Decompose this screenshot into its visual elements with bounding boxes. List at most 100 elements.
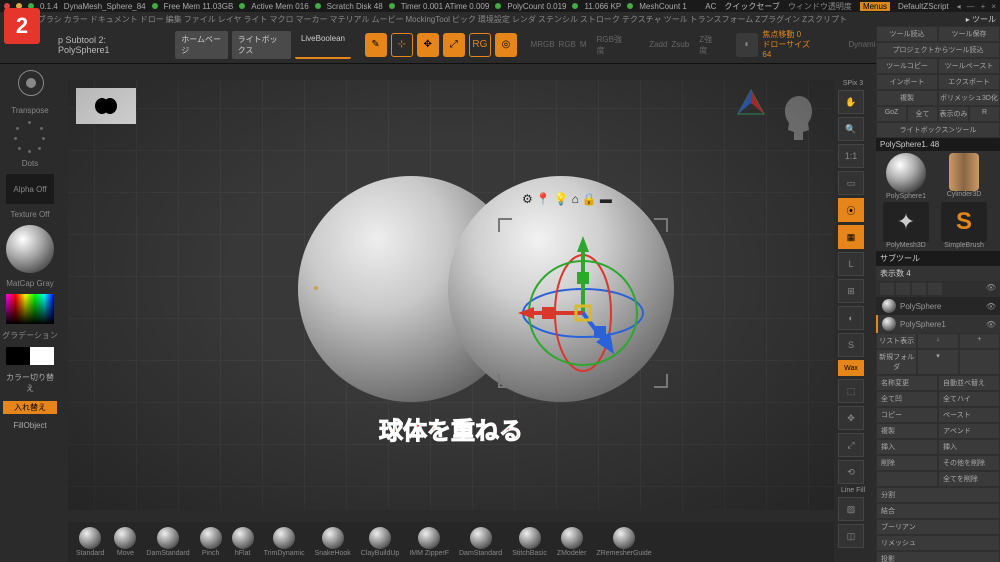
brush-snakehook[interactable]: SnakeHook	[315, 527, 351, 557]
menu-item[interactable]: ツール	[664, 14, 688, 25]
panel-accordion[interactable]: 分割	[877, 488, 999, 502]
color-picker[interactable]	[6, 294, 54, 324]
m-label[interactable]: M	[580, 40, 587, 49]
local-toggle-icon[interactable]: L	[838, 252, 864, 276]
wax-toggle[interactable]: Wax	[838, 360, 864, 376]
lightbox-button[interactable]: ライトボックス	[232, 31, 291, 59]
brush-pinch[interactable]: Pinch	[200, 527, 222, 557]
sphere-object-b[interactable]	[448, 176, 674, 402]
panel-button[interactable]: ポリメッシュ3D化	[939, 91, 999, 105]
move-mode-icon[interactable]: ✥	[417, 33, 439, 57]
subtool-row[interactable]: PolySphere1👁	[876, 315, 1000, 333]
liveboolean-toggle[interactable]: LiveBoolean	[295, 31, 351, 59]
mini-btn[interactable]	[880, 283, 894, 295]
zoom-tool-icon[interactable]: 🔍	[838, 117, 864, 141]
panel-button[interactable]: ツールコピー	[877, 59, 937, 73]
camera-head-icon[interactable]	[776, 92, 822, 150]
brush-zremesherguide[interactable]: ZRemesherGuide	[596, 527, 651, 557]
menu-item[interactable]: 編集	[166, 14, 182, 25]
minimize-icon[interactable]: —	[967, 2, 975, 11]
panel-button[interactable]: 挿入	[939, 440, 999, 454]
stroke-dots-icon[interactable]	[14, 121, 46, 153]
material-thumbnail[interactable]	[6, 225, 54, 273]
menu-item[interactable]: マーカー	[296, 14, 328, 25]
brush-imm zipperf[interactable]: IMM ZipperF	[409, 527, 449, 557]
menu-item[interactable]: マテリアル	[330, 14, 370, 25]
zadd-label[interactable]: Zadd	[649, 40, 667, 49]
close-icon[interactable]: ×	[991, 2, 996, 11]
panel-button[interactable]: 削除	[877, 456, 937, 470]
hand-tool-icon[interactable]: ✋	[838, 90, 864, 114]
menu-item[interactable]: レイヤ	[218, 14, 242, 25]
brush-hflat[interactable]: hFlat	[232, 527, 254, 557]
window-opacity-label[interactable]: ウィンドウ透明度	[788, 1, 852, 12]
panel-button[interactable]: ツールペースト	[939, 59, 999, 73]
brush-damstandard[interactable]: DamStandard	[146, 527, 189, 557]
menu-item[interactable]: ステンシル	[538, 14, 578, 25]
panel-button[interactable]: 挿入	[877, 440, 937, 454]
panel-button[interactable]: ツール保存	[939, 27, 999, 41]
panel-button[interactable]: リスト表示	[877, 334, 916, 348]
panel-button[interactable]	[877, 472, 937, 486]
menu-item[interactable]: 環境設定	[478, 14, 510, 25]
focal-shift-icon[interactable]: ◐	[736, 33, 758, 57]
tool-menu[interactable]: ▸ ツール	[966, 14, 996, 25]
panel-button[interactable]: 全て凹	[877, 392, 937, 406]
panel-button[interactable]: 複製	[877, 91, 937, 105]
subtool-row[interactable]: PolySphere👁	[876, 297, 1000, 315]
menu-item[interactable]: MockingTool	[405, 15, 449, 24]
draw-size-label[interactable]: ドローサイズ 64	[762, 40, 816, 60]
panel-button[interactable]: インポート	[877, 75, 937, 89]
menu-item[interactable]: カラー	[64, 14, 88, 25]
panel-button[interactable]: 全てハイ	[939, 392, 999, 406]
panel-accordion[interactable]: リメッシュ	[877, 536, 999, 550]
panel-button[interactable]: R	[970, 107, 999, 121]
tool-tile-cylinder3d[interactable]: Cylinder3D	[936, 153, 992, 200]
xpose-icon[interactable]: ⊞	[838, 279, 864, 303]
maximize-icon[interactable]: +	[981, 2, 986, 11]
panel-button[interactable]: 新規フォルダ	[877, 350, 916, 374]
floor-toggle-icon[interactable]: ▦	[838, 225, 864, 249]
draw-mode-icon[interactable]: ⊹	[391, 33, 413, 57]
panel-button[interactable]: 複製	[877, 424, 937, 438]
menu-item[interactable]: ファイル	[184, 14, 216, 25]
tool-tile-polymesh3d[interactable]: PolyMesh3D	[878, 202, 934, 249]
color-swatch[interactable]	[6, 347, 54, 365]
menu-item[interactable]: ドロー	[140, 14, 164, 25]
panel-button[interactable]: アペンド	[939, 424, 999, 438]
panel-button[interactable]: +	[960, 334, 999, 348]
panel-button[interactable]: 全て	[908, 107, 937, 121]
homepage-button[interactable]: ホームページ	[175, 31, 227, 59]
panel-button[interactable]: 表示のみ	[939, 107, 968, 121]
dynamic-toggle[interactable]: Dynamic	[848, 40, 879, 49]
fillobject-button[interactable]: FillObject	[3, 420, 57, 431]
menu-item[interactable]: ドキュメント	[90, 14, 138, 25]
edit-mode-icon[interactable]: ✎	[365, 33, 387, 57]
frame-icon[interactable]: ▭	[838, 171, 864, 195]
menu-item[interactable]: ストローク	[580, 14, 620, 25]
subtool-preview[interactable]	[76, 88, 136, 124]
gizmo-icon[interactable]: ◎	[495, 33, 517, 57]
panel-button[interactable]: プロジェクトからツール読込	[877, 43, 999, 57]
scale-view-icon[interactable]: ⤢	[838, 433, 864, 457]
scale-mode-icon[interactable]: ⤢	[443, 33, 465, 57]
brush-zmodeler[interactable]: ZModeler	[557, 527, 587, 557]
transpose-tool-icon[interactable]	[12, 64, 48, 100]
panel-button[interactable]: ライトボックス＞ツール	[877, 123, 999, 137]
focal-shift-label[interactable]: 焦点移動 0	[762, 30, 816, 40]
tool-tile-polysphere1[interactable]: PolySphere1	[878, 153, 934, 200]
move-view-icon[interactable]: ✥	[838, 406, 864, 430]
subtool-header[interactable]: サブツール	[876, 251, 1000, 266]
actual-size-icon[interactable]: 1:1	[838, 144, 864, 168]
display-count-label[interactable]: 表示数 4	[876, 266, 1000, 281]
swap-button[interactable]: 入れ替え	[3, 401, 57, 414]
panel-button[interactable]: ツール読込	[877, 27, 937, 41]
solo-icon[interactable]: S	[838, 333, 864, 357]
panel-button[interactable]: コピー	[877, 408, 937, 422]
color-switch-button[interactable]: カラー切り替え	[3, 371, 57, 395]
mrgb-label[interactable]: MRGB	[531, 40, 555, 49]
alpha-thumbnail[interactable]: Alpha Off	[6, 174, 54, 204]
brush-claybuildup[interactable]: ClayBuildUp	[361, 527, 400, 557]
texture-off-label[interactable]: Texture Off	[11, 210, 50, 219]
menus-button[interactable]: Menus	[860, 2, 890, 11]
